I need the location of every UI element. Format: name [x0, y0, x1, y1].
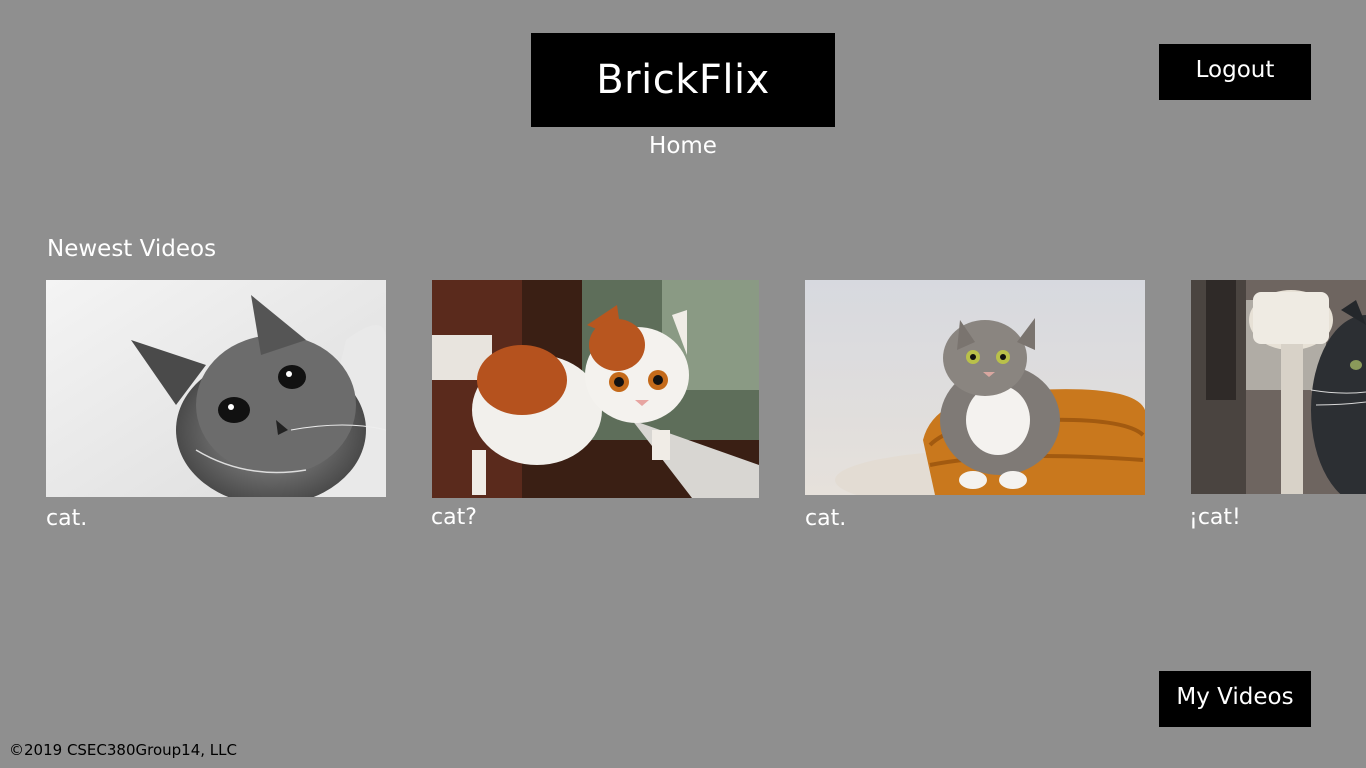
brand-logo[interactable]: BrickFlix — [531, 33, 835, 127]
video-thumbnail-1[interactable] — [46, 280, 386, 497]
video-thumbnail-3[interactable] — [805, 280, 1145, 495]
brand-title: BrickFlix — [596, 57, 770, 103]
nav-home-link[interactable]: Home — [531, 133, 835, 159]
logout-button[interactable]: Logout — [1159, 44, 1311, 100]
section-title-newest: Newest Videos — [47, 236, 217, 262]
my-videos-button[interactable]: My Videos — [1159, 671, 1311, 727]
video-thumbnail-2[interactable] — [432, 280, 759, 498]
video-caption-1[interactable]: cat. — [46, 506, 87, 531]
video-caption-2[interactable]: cat? — [431, 505, 477, 530]
gray-cat-thumbnail-image — [805, 280, 1145, 495]
video-thumbnail-4[interactable] — [1191, 280, 1366, 494]
footer-copyright: ©2019 CSEC380Group14, LLC — [9, 741, 237, 759]
video-caption-3[interactable]: cat. — [805, 506, 846, 531]
calico-cat-thumbnail-image — [432, 280, 759, 498]
video-caption-4[interactable]: ¡cat! — [1189, 505, 1241, 530]
kitten-thumbnail-image — [46, 280, 386, 497]
dark-cat-thumbnail-image — [1191, 280, 1366, 494]
